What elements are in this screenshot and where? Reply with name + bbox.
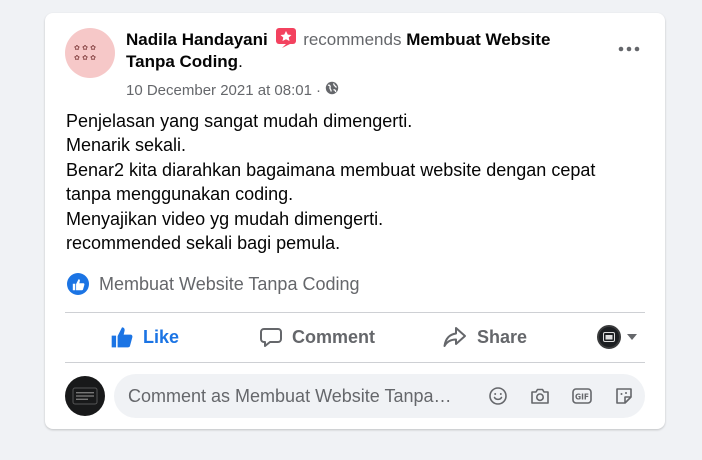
camera-icon[interactable] (530, 386, 550, 406)
post-body-line: Menarik sekali. (66, 135, 187, 156)
author-avatar[interactable]: ✿ ✿ ✿ ✿ ✿ ✿ (65, 28, 115, 78)
comment-button[interactable]: Comment (225, 317, 410, 357)
like-label: Like (142, 326, 180, 347)
speech-bubble-icon (259, 328, 282, 347)
post-body: Penjelasan yang sangat mudah dimengerti.… (66, 109, 646, 255)
comment-label: Comment (291, 326, 375, 347)
page-avatar (597, 325, 621, 349)
like-button[interactable]: Like (65, 317, 225, 357)
gif-icon[interactable]: GIF (572, 386, 592, 406)
audience-selector[interactable] (597, 325, 637, 349)
post-meta: 10 December 2021 at 08:01 · (126, 81, 339, 99)
post-card: ✿ ✿ ✿ ✿ ✿ ✿ Nadila Handayani recommends … (45, 13, 665, 429)
comment-input[interactable] (128, 385, 470, 407)
post-header: Nadila Handayani recommends Membuat Webs… (126, 28, 551, 71)
author-name[interactable]: Nadila Handayani (126, 30, 268, 49)
like-reaction-icon (67, 273, 89, 295)
recommended-page-name[interactable]: Membuat Website Tanpa Coding (99, 274, 360, 295)
post-body-line: tanpa menggunakan coding. (66, 184, 294, 205)
more-options-icon (618, 46, 640, 52)
more-options-button[interactable] (615, 39, 643, 59)
svg-text:✿ ✿ ✿: ✿ ✿ ✿ (74, 54, 96, 62)
thumbs-up-icon (111, 327, 133, 348)
globe-icon[interactable] (325, 81, 339, 99)
post-timestamp[interactable]: 10 December 2021 at 08:01 (126, 82, 312, 99)
share-button[interactable]: Share (410, 317, 560, 357)
star-badge-icon (276, 28, 297, 48)
caret-down-icon (627, 334, 637, 340)
svg-text:GIF: GIF (575, 393, 589, 402)
action-bar: Like Comment Share (65, 313, 645, 361)
post-body-line: Menyajikan video yg mudah dimengerti. (66, 208, 384, 229)
recommends-text: recommends (303, 30, 402, 49)
divider (65, 362, 645, 363)
sticker-icon[interactable] (614, 386, 634, 406)
share-label: Share (476, 326, 528, 347)
reaction-summary[interactable]: Membuat Website Tanpa Coding (67, 273, 360, 295)
share-arrow-icon (443, 327, 466, 347)
meta-separator: · (315, 81, 321, 99)
svg-text:✿ ✿ ✿: ✿ ✿ ✿ (74, 44, 96, 52)
commenter-avatar[interactable] (65, 376, 105, 416)
avatar-image-icon: ✿ ✿ ✿ ✿ ✿ ✿ (74, 44, 96, 62)
post-body-line: Benar2 kita diarahkan bagaimana membuat … (66, 159, 596, 180)
smiley-icon[interactable] (488, 386, 508, 406)
post-body-line: recommended sekali bagi pemula. (66, 233, 341, 254)
comment-tools: GIF (488, 386, 634, 406)
post-body-line: Penjelasan yang sangat mudah dimengerti. (66, 111, 413, 131)
page-logo-icon (72, 387, 98, 405)
comment-composer: GIF (114, 374, 645, 418)
